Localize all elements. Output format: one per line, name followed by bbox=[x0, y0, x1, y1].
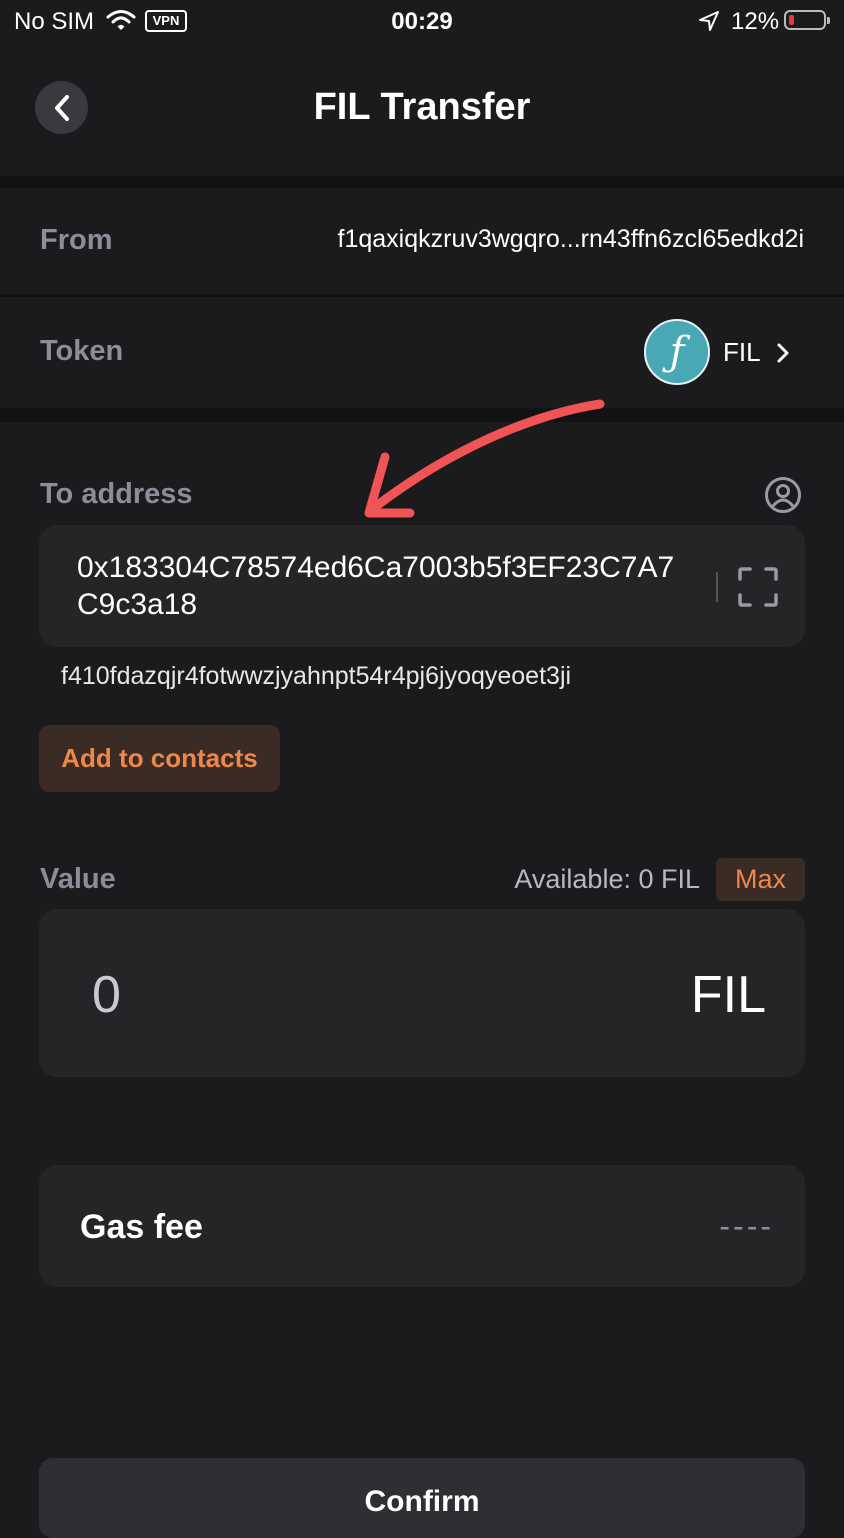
amount-unit: FIL bbox=[690, 966, 766, 1024]
value-label: Value bbox=[40, 863, 116, 895]
status-bar: No SIM VPN 00:29 12% bbox=[0, 0, 844, 44]
battery-icon bbox=[784, 10, 830, 30]
amount-input[interactable]: 0 bbox=[92, 965, 121, 1025]
available-balance: Available: 0 FIL bbox=[514, 864, 700, 894]
battery-percent: 12% bbox=[731, 8, 780, 35]
location-arrow-icon bbox=[699, 11, 719, 31]
from-label: From bbox=[40, 224, 113, 256]
token-label: Token bbox=[40, 335, 124, 367]
gas-fee-label: Gas fee bbox=[80, 1208, 203, 1246]
divider bbox=[0, 294, 844, 297]
to-address-input[interactable]: 0x183304C78574ed6Ca7003b5f3EF23C7A7C9c3a… bbox=[77, 549, 687, 623]
annotation-arrow-icon bbox=[364, 399, 605, 518]
gas-fee-value: ---- bbox=[719, 1208, 774, 1244]
from-address: f1qaxiqkzruv3wgqro...rn43ffn6zcl65edkd2i bbox=[337, 225, 805, 253]
confirm-button[interactable]: Confirm bbox=[39, 1458, 805, 1538]
fil-logo-glyph: ƒ bbox=[669, 329, 685, 375]
field-divider bbox=[716, 572, 718, 602]
converted-address: f410fdazqjr4fotwwzjyahnpt54r4pj6jyoqyeoe… bbox=[61, 662, 572, 690]
contacts-icon[interactable] bbox=[764, 476, 802, 514]
max-button[interactable]: Max bbox=[716, 858, 805, 901]
divider bbox=[0, 176, 844, 188]
confirm-label: Confirm bbox=[364, 1485, 480, 1518]
to-address-label: To address bbox=[40, 478, 193, 510]
page-title: FIL Transfer bbox=[313, 86, 531, 128]
scan-qr-icon[interactable] bbox=[736, 565, 780, 609]
chevron-right-icon[interactable] bbox=[775, 341, 791, 365]
fil-logo-icon[interactable]: ƒ bbox=[644, 319, 710, 385]
token-selector[interactable]: FIL bbox=[723, 337, 761, 368]
add-to-contacts-button[interactable]: Add to contacts bbox=[39, 725, 280, 792]
